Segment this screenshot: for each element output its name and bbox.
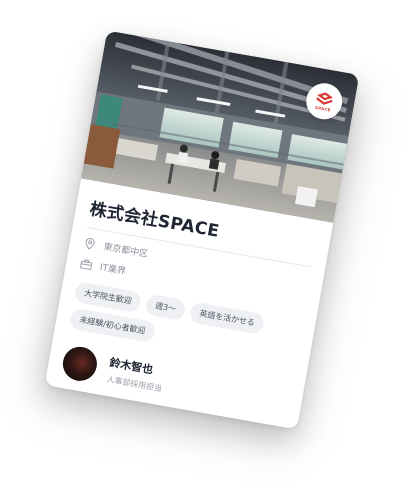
recruiter-info: 鈴木智也 人事部採用担当 bbox=[106, 354, 167, 394]
tag[interactable]: 週3〜 bbox=[144, 293, 187, 322]
map-pin-icon bbox=[83, 236, 97, 250]
tag[interactable]: 大学院生歓迎 bbox=[73, 281, 143, 314]
stage: SPACE 株式会社SPACE 東京都中区 IT業界 大学院生歓迎 週3〜 英語… bbox=[0, 0, 410, 490]
avatar bbox=[60, 344, 100, 384]
tag[interactable]: 英語を活かせる bbox=[188, 301, 266, 335]
briefcase-icon bbox=[79, 257, 93, 271]
space-logo-icon bbox=[316, 91, 334, 105]
tag[interactable]: 未経験/初心者歓迎 bbox=[68, 307, 156, 344]
industry-text: IT業界 bbox=[99, 262, 127, 278]
location-text: 東京都中区 bbox=[102, 242, 149, 260]
